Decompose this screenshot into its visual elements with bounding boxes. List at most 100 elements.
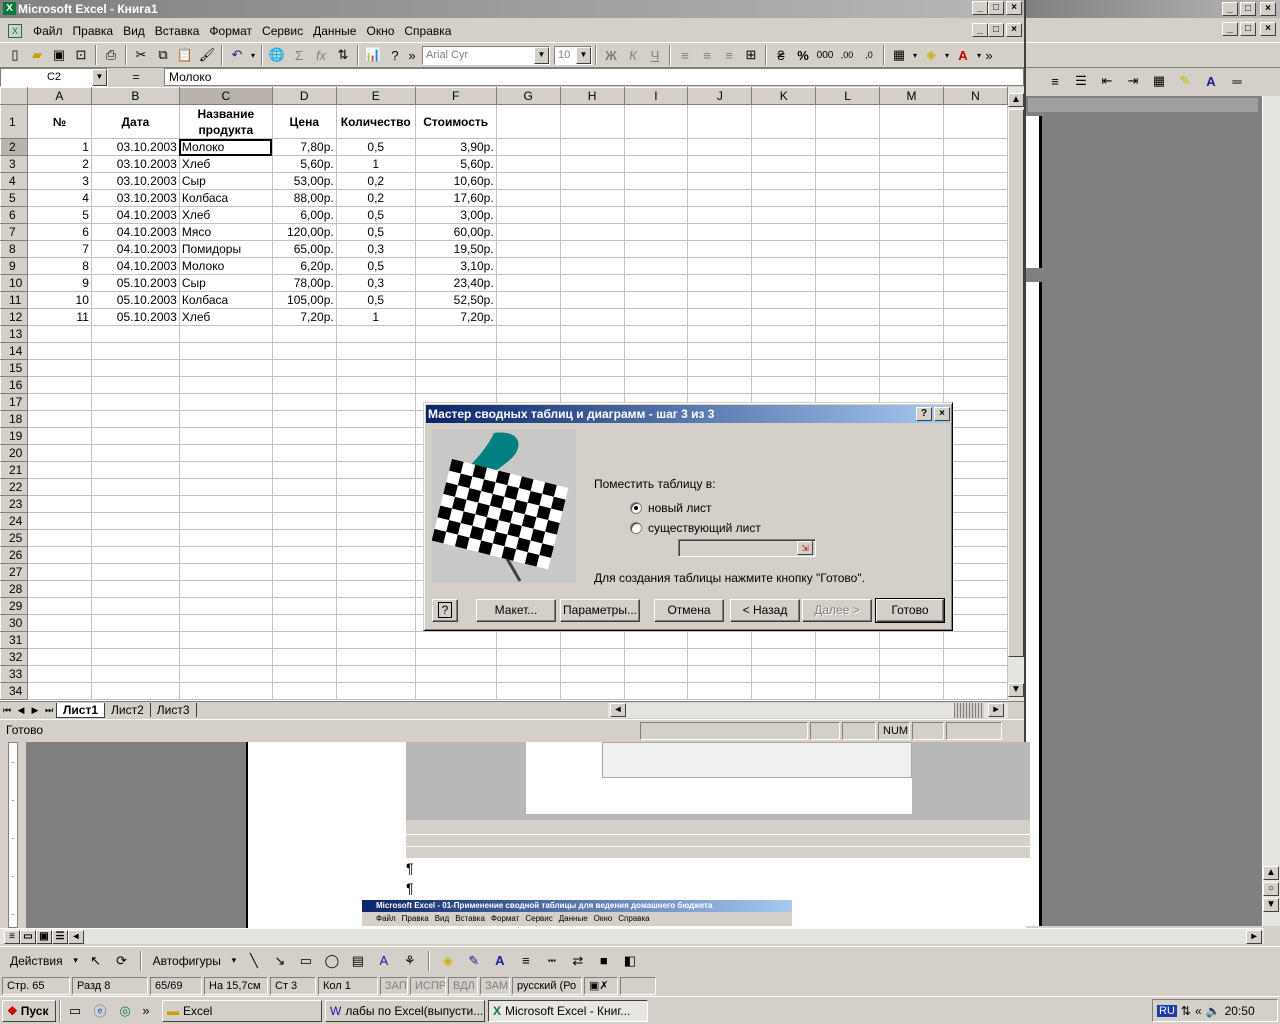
cell[interactable] <box>623 308 689 326</box>
doc-close-button[interactable]: × <box>1006 23 1022 37</box>
options-button[interactable]: Параметры... <box>560 599 640 622</box>
scroll-up-icon[interactable]: ▲ <box>1008 93 1024 107</box>
row-header[interactable]: 32 <box>0 648 28 666</box>
cell[interactable] <box>815 665 881 683</box>
rectangle-icon[interactable]: ▭ <box>295 950 317 972</box>
cell[interactable] <box>879 342 944 360</box>
excel-app-icon[interactable]: X <box>3 2 16 15</box>
cell[interactable] <box>623 359 689 377</box>
chevron-down-icon[interactable]: ▼ <box>576 46 591 64</box>
cell[interactable] <box>271 461 337 479</box>
cell[interactable]: 11 <box>26 308 92 326</box>
prev-sheet-icon[interactable]: ◀ <box>14 699 28 721</box>
cell[interactable] <box>495 359 561 377</box>
cell[interactable] <box>942 342 1008 360</box>
column-header[interactable]: I <box>623 87 689 105</box>
cell[interactable] <box>178 325 273 343</box>
font-color-icon[interactable]: A <box>489 950 511 972</box>
wordart-icon[interactable]: A <box>373 950 395 972</box>
autosum-icon[interactable]: Σ <box>288 44 310 66</box>
cell[interactable] <box>879 257 944 275</box>
cell[interactable] <box>751 648 817 666</box>
cell[interactable] <box>335 597 416 615</box>
cell[interactable] <box>559 291 625 309</box>
highlight-icon[interactable]: ✎ <box>1174 70 1196 92</box>
cell[interactable]: Цена <box>271 104 337 139</box>
cell[interactable] <box>559 172 625 190</box>
cell[interactable]: 5,60р. <box>414 155 497 173</box>
cell[interactable] <box>559 682 625 700</box>
back-button[interactable]: < Назад <box>730 599 800 622</box>
cell[interactable] <box>815 308 881 326</box>
cell[interactable]: 6,00р. <box>271 206 337 224</box>
cell[interactable] <box>942 393 1008 411</box>
cell[interactable] <box>335 648 416 666</box>
cell[interactable] <box>495 631 561 649</box>
cell[interactable] <box>271 342 337 360</box>
cell[interactable] <box>271 648 337 666</box>
cell[interactable]: 0,5 <box>335 206 416 224</box>
cell[interactable]: 3,00р. <box>414 206 497 224</box>
cell[interactable]: 53,00р. <box>271 172 337 190</box>
cell[interactable] <box>178 682 273 700</box>
function-icon[interactable]: fx <box>310 44 332 66</box>
cell[interactable] <box>879 682 944 700</box>
cell[interactable] <box>879 648 944 666</box>
cell[interactable] <box>942 410 1008 428</box>
sheet-tab-active[interactable]: Лист1 <box>56 702 106 718</box>
cell[interactable] <box>815 325 881 343</box>
cell[interactable]: 19,50р. <box>414 240 497 258</box>
cell[interactable] <box>178 478 273 496</box>
cell[interactable] <box>26 512 92 530</box>
cell[interactable] <box>414 359 497 377</box>
cell[interactable] <box>90 478 180 496</box>
cell[interactable] <box>271 563 337 581</box>
cell[interactable] <box>178 631 273 649</box>
row-header[interactable]: 29 <box>0 597 28 615</box>
word-doc-minimize[interactable]: _ <box>1222 22 1238 36</box>
cell[interactable]: 03.10.2003 <box>90 155 180 173</box>
print-icon[interactable]: ⎙ <box>100 44 122 66</box>
cell[interactable] <box>942 189 1008 207</box>
cell[interactable] <box>414 665 497 683</box>
cell[interactable]: № <box>26 104 92 139</box>
cell[interactable] <box>687 172 753 190</box>
shadow-icon[interactable]: ■ <box>593 950 615 972</box>
cell[interactable] <box>559 104 625 139</box>
decrease-decimal-icon[interactable]: ,0 <box>858 44 880 66</box>
scroll-right-icon[interactable]: ▸ <box>1246 930 1262 944</box>
cell[interactable] <box>879 325 944 343</box>
dash-style-icon[interactable]: ┅ <box>541 950 563 972</box>
cell[interactable] <box>559 189 625 207</box>
toolbar-options-icon[interactable]: » <box>984 44 994 66</box>
scroll-thumb[interactable] <box>1008 109 1024 657</box>
cell[interactable] <box>178 410 273 428</box>
quicklaunch-more-icon[interactable]: » <box>139 1000 153 1022</box>
cell[interactable] <box>942 580 1008 598</box>
cell[interactable]: 8 <box>26 257 92 275</box>
cell[interactable]: Название продукта <box>178 104 273 139</box>
cell[interactable] <box>623 189 689 207</box>
column-header[interactable]: A <box>26 87 92 105</box>
cell[interactable] <box>335 495 416 513</box>
column-header[interactable]: B <box>90 87 180 105</box>
align-right-icon[interactable]: ≡ <box>718 44 740 66</box>
autoshapes-menu[interactable]: Автофигуры <box>149 954 225 968</box>
cell[interactable] <box>879 376 944 394</box>
cell[interactable]: 10 <box>26 291 92 309</box>
cell[interactable]: 9 <box>26 274 92 292</box>
cell[interactable] <box>90 563 180 581</box>
cell[interactable] <box>178 580 273 598</box>
word-horizontal-scrollbar[interactable]: ≡ ▭ ▣ ☰ ◂ ▸ <box>0 928 1264 944</box>
cell[interactable] <box>559 274 625 292</box>
cell[interactable]: 0,5 <box>335 257 416 275</box>
cell[interactable] <box>751 223 817 241</box>
rotate-icon[interactable]: ⟳ <box>111 950 133 972</box>
arrow-style-icon[interactable]: ⇄ <box>567 950 589 972</box>
cell[interactable] <box>879 631 944 649</box>
cell[interactable]: 7,20р. <box>271 308 337 326</box>
cell[interactable]: 0,3 <box>335 274 416 292</box>
menu-help[interactable]: Справка <box>399 24 456 38</box>
row-header[interactable]: 11 <box>0 291 28 309</box>
column-header[interactable]: H <box>559 87 625 105</box>
